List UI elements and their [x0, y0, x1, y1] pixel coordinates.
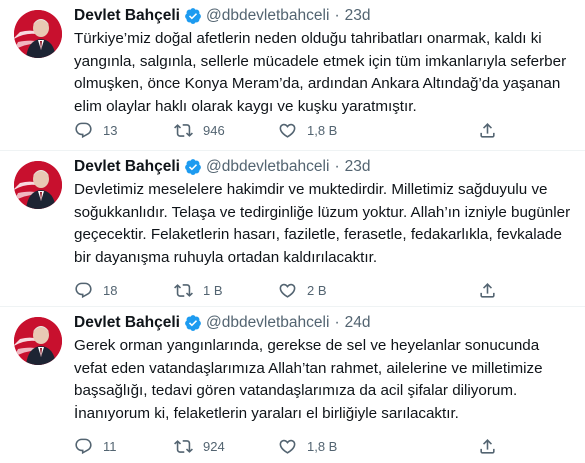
tweet[interactable]: Devlet Bahçeli @dbdevletbahceli · 23d Tü…	[0, 0, 585, 151]
tweet-header: Devlet Bahçeli @dbdevletbahceli · 24d	[74, 311, 370, 335]
tweet-actions: 18 1 B 2 B	[68, 279, 538, 301]
tweet[interactable]: Devlet Bahçeli @dbdevletbahceli · 24d Ge…	[0, 307, 585, 463]
reply-count: 18	[103, 282, 118, 298]
share-icon	[478, 281, 497, 300]
author-name[interactable]: Devlet Bahçeli	[74, 7, 180, 25]
reply-icon	[74, 281, 93, 300]
author-handle[interactable]: @dbdevletbahceli	[206, 7, 329, 25]
avatar[interactable]	[14, 317, 62, 365]
avatar[interactable]	[14, 161, 62, 209]
tweet-text: Devletimiz meselelere hakimdir ve mukted…	[74, 181, 571, 266]
tweet[interactable]: Devlet Bahçeli @dbdevletbahceli · 23d De…	[0, 151, 585, 307]
retweet-count: 924	[203, 438, 225, 454]
reply-count: 11	[103, 438, 117, 454]
retweet-count: 946	[203, 122, 225, 138]
verified-badge-icon	[184, 314, 202, 332]
reply-button[interactable]: 13	[74, 121, 117, 140]
retweet-count: 1 B	[203, 282, 223, 298]
retweet-icon	[174, 121, 193, 140]
retweet-icon	[174, 281, 193, 300]
like-count: 1,8 B	[307, 122, 338, 138]
author-handle[interactable]: @dbdevletbahceli	[206, 314, 329, 332]
retweet-icon	[174, 437, 193, 456]
heart-icon	[278, 281, 297, 300]
share-button[interactable]	[478, 437, 497, 456]
share-button[interactable]	[478, 281, 497, 300]
author-name[interactable]: Devlet Bahçeli	[74, 314, 180, 332]
tweet-timestamp[interactable]: 24d	[345, 314, 371, 332]
tweet-header: Devlet Bahçeli @dbdevletbahceli · 23d	[74, 155, 370, 179]
tweet-text: Türkiye’miz doğal afetlerin neden olduğu…	[74, 30, 567, 115]
reply-icon	[74, 121, 93, 140]
like-button[interactable]: 1,8 B	[278, 121, 337, 140]
tweet-actions: 11 924 1,8 B	[68, 435, 538, 457]
tweet-text: Gerek orman yangınlarında, gerekse de se…	[74, 337, 543, 422]
separator-dot: ·	[334, 158, 340, 175]
heart-icon	[278, 121, 297, 140]
reply-count: 13	[103, 122, 118, 138]
author-name[interactable]: Devlet Bahçeli	[74, 158, 180, 176]
reply-icon	[74, 437, 93, 456]
verified-badge-icon	[184, 158, 202, 176]
like-count: 2 B	[307, 282, 327, 298]
tweet-feed: Devlet Bahçeli @dbdevletbahceli · 23d Tü…	[0, 0, 585, 463]
reply-button[interactable]: 18	[74, 281, 117, 300]
share-button[interactable]	[478, 121, 497, 140]
separator-dot: ·	[334, 314, 340, 331]
tweet-timestamp[interactable]: 23d	[345, 7, 371, 25]
reply-button[interactable]: 11	[74, 437, 117, 456]
like-count: 1,8 B	[307, 438, 338, 454]
retweet-button[interactable]: 946	[174, 121, 225, 140]
like-button[interactable]: 2 B	[278, 281, 327, 300]
like-button[interactable]: 1,8 B	[278, 437, 337, 456]
avatar[interactable]	[14, 10, 62, 58]
tweet-header: Devlet Bahçeli @dbdevletbahceli · 23d	[74, 4, 370, 28]
verified-badge-icon	[184, 7, 202, 25]
share-icon	[478, 437, 497, 456]
tweet-actions: 13 946 1,8 B	[68, 119, 538, 141]
tweet-timestamp[interactable]: 23d	[345, 158, 371, 176]
separator-dot: ·	[334, 7, 340, 24]
retweet-button[interactable]: 1 B	[174, 281, 223, 300]
author-handle[interactable]: @dbdevletbahceli	[206, 158, 329, 176]
heart-icon	[278, 437, 297, 456]
retweet-button[interactable]: 924	[174, 437, 225, 456]
share-icon	[478, 121, 497, 140]
